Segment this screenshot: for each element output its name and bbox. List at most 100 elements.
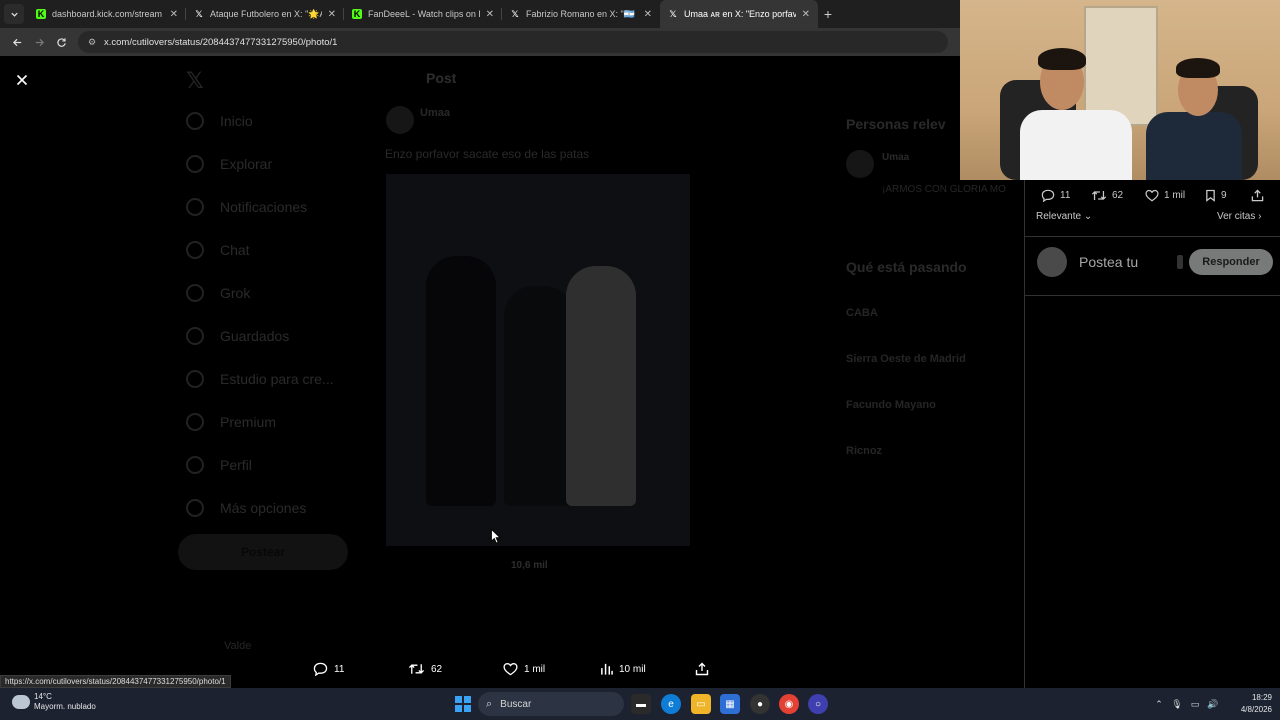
tab-title: FanDeeeL - Watch clips on Kick	[368, 9, 480, 19]
reply-submit-button[interactable]: Responder	[1189, 249, 1273, 275]
sidebar-item-inicio[interactable]: Inicio	[186, 106, 253, 136]
close-tab-icon[interactable]: ✕	[486, 9, 494, 20]
trend-item[interactable]: Sierra Oeste de Madrid	[846, 353, 966, 365]
webcam-door	[1084, 6, 1158, 126]
sidebar-item-premium[interactable]: Premium	[186, 407, 276, 437]
sidebar-item-guardados[interactable]: Guardados	[186, 321, 289, 351]
share-button[interactable]	[1251, 186, 1269, 204]
tab-fandeeel-clips[interactable]: K FanDeeeL - Watch clips on Kick ✕	[344, 0, 502, 28]
weather-widget[interactable]: 14°C Mayorm. nublado	[12, 692, 96, 712]
close-photo-button[interactable]	[10, 68, 34, 92]
trend-item[interactable]: CABA	[846, 307, 878, 319]
post-button[interactable]: Postear	[178, 534, 348, 570]
sidebar-label: Grok	[220, 285, 251, 301]
chevron-up-icon[interactable]: ⌃	[1150, 699, 1168, 710]
chrome-icon[interactable]: ◉	[779, 694, 799, 714]
repost-icon	[408, 664, 425, 674]
reply-button[interactable]: 11	[313, 657, 344, 681]
post-author[interactable]: Umaa	[420, 107, 450, 119]
address-bar[interactable]: ⚙ x.com/cutilovers/status/20844374773312…	[78, 31, 948, 53]
bookmark-icon	[1206, 189, 1215, 202]
store-icon[interactable]: ▦	[720, 694, 740, 714]
microphone-icon[interactable]: 🎙	[1168, 699, 1186, 710]
sidebar-item-estudio[interactable]: Estudio para cre...	[186, 364, 334, 394]
post-photo[interactable]	[386, 174, 690, 546]
back-button[interactable]	[6, 31, 28, 53]
trend-item[interactable]: Facundo Mayano	[846, 399, 936, 411]
taskbar-clock[interactable]: 18:29 4/8/2026	[1232, 692, 1272, 716]
drag-handle-icon[interactable]	[1177, 255, 1183, 269]
weather-desc: Mayorm. nublado	[34, 702, 96, 711]
close-tab-icon[interactable]: ✕	[644, 9, 652, 20]
account-name[interactable]: Valde	[224, 640, 251, 652]
app-icon[interactable]: ○	[808, 694, 828, 714]
close-icon	[16, 74, 28, 86]
new-tab-button[interactable]: +	[818, 6, 838, 22]
photo-person	[566, 266, 636, 506]
bookmark-icon	[186, 327, 204, 345]
sidebar-item-notificaciones[interactable]: Notificaciones	[186, 192, 307, 222]
relevant-people-title: Personas relev	[846, 116, 946, 132]
file-explorer-icon[interactable]: ▭	[691, 694, 711, 714]
close-tab-icon[interactable]: ✕	[802, 9, 810, 20]
clock-time: 18:29	[1251, 693, 1272, 702]
volume-icon[interactable]: 🔊	[1204, 699, 1222, 710]
task-view-icon[interactable]: ▬	[631, 694, 651, 714]
like-button[interactable]: 1 mil	[503, 657, 545, 681]
close-tab-icon[interactable]: ✕	[328, 9, 336, 20]
site-settings-icon[interactable]: ⚙	[86, 36, 98, 48]
avatar[interactable]	[846, 150, 874, 178]
reply-button[interactable]: 11	[1041, 186, 1070, 204]
tab-umaa-post[interactable]: 𝕏 Umaa ᴀʀ en X: "Enzo porfavor s ✕	[660, 0, 818, 28]
reload-button[interactable]	[50, 31, 72, 53]
clock-date: 4/8/2026	[1240, 705, 1272, 714]
sidebar-item-grok[interactable]: Grok	[186, 278, 250, 308]
repost-button[interactable]: 62	[1091, 186, 1123, 204]
quotes-label: Ver citas	[1217, 211, 1256, 222]
x-icon: 𝕏	[669, 8, 677, 19]
sidebar-item-mas-opciones[interactable]: Más opciones	[186, 493, 306, 523]
tab-title: Fabrizio Romano en X: "🇦🇷 🟣 I	[526, 8, 638, 19]
trend-item[interactable]: Ricnoz	[846, 445, 882, 457]
network-icon[interactable]: ▭	[1186, 699, 1204, 710]
like-count: 1 mil	[1164, 189, 1186, 201]
repost-count: 62	[1112, 189, 1124, 201]
share-button[interactable]	[695, 657, 715, 681]
view-quotes-link[interactable]: Ver citas ›	[1217, 211, 1261, 222]
system-tray: ⌃ 🎙 ▭ 🔊	[1150, 688, 1222, 720]
close-tab-icon[interactable]: ✕	[170, 9, 178, 20]
tab-search-button[interactable]	[4, 4, 24, 24]
forward-button[interactable]	[28, 31, 50, 53]
chevron-down-icon	[10, 12, 18, 17]
tab-ataque-futbolero[interactable]: 𝕏 Ataque Futbolero en X: "🌟ARG ✕	[186, 0, 344, 28]
obs-icon[interactable]: ●	[750, 694, 770, 714]
bookmark-button[interactable]: 9	[1205, 186, 1227, 204]
x-logo-icon[interactable]: 𝕏	[186, 68, 204, 94]
windows-start-icon[interactable]	[455, 696, 471, 712]
views-button[interactable]: 10 mil	[600, 657, 646, 681]
url-text: x.com/cutilovers/status/2084437477331275…	[104, 36, 338, 48]
reply-input[interactable]: Postea tu	[1079, 254, 1138, 270]
reload-icon	[56, 37, 66, 47]
relevant-user-bio: ¡ARMOS CON GLORIA MO	[882, 184, 1006, 195]
avatar[interactable]	[386, 106, 414, 134]
relevant-user-name[interactable]: Umaa	[882, 152, 909, 163]
tab-title: Umaa ᴀʀ en X: "Enzo porfavor s	[684, 9, 796, 19]
reply-composer: Postea tu Responder	[1037, 247, 1273, 277]
bookmark-count: 9	[1221, 189, 1227, 201]
edge-icon[interactable]: e	[661, 694, 681, 714]
tab-kick-dashboard[interactable]: K dashboard.kick.com/stream ✕	[28, 0, 186, 28]
sidebar-item-perfil[interactable]: Perfil	[186, 450, 252, 480]
post-header-title: Post	[426, 70, 457, 86]
avatar[interactable]	[1037, 247, 1067, 277]
photo-action-bar: 11 62 1 mil 10 mil	[300, 657, 720, 681]
grok-icon	[186, 284, 204, 302]
sidebar-item-chat[interactable]: Chat	[186, 235, 250, 265]
like-button[interactable]: 1 mil	[1145, 186, 1185, 204]
tab-fabrizio-romano[interactable]: 𝕏 Fabrizio Romano en X: "🇦🇷 🟣 I ✕	[502, 0, 660, 28]
repost-button[interactable]: 62	[408, 657, 442, 681]
sidebar-item-explorar[interactable]: Explorar	[186, 149, 272, 179]
taskbar-search[interactable]: ⌕ Buscar	[478, 692, 624, 716]
sort-dropdown[interactable]: Relevante ⌄	[1036, 211, 1092, 222]
sidebar-label: Estudio para cre...	[220, 371, 334, 387]
